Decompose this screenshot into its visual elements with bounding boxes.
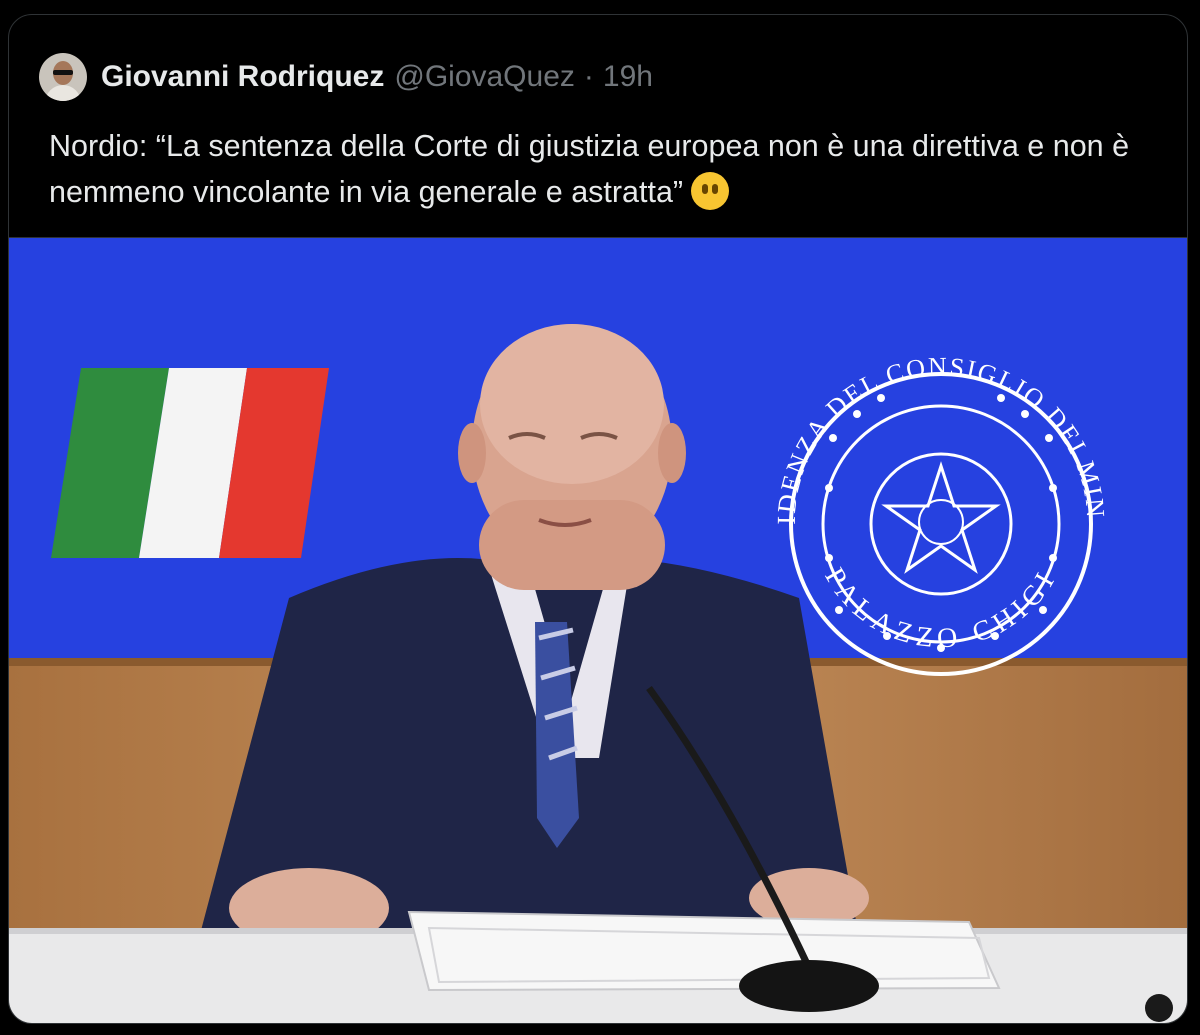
author-handle[interactable]: @GiovaQuez [394,60,575,94]
face-without-mouth-emoji [691,172,730,210]
tweet-header: Giovanni Rodriquez @GiovaQuez · 19h [39,53,653,101]
author-name[interactable]: Giovanni Rodriquez [101,60,384,94]
tweet-timestamp[interactable]: 19h [603,60,653,94]
tweet-text-content: Nordio: “La sentenza della Corte di gius… [49,129,1130,209]
tweet-card[interactable]: Giovanni Rodriquez @GiovaQuez · 19h Nord… [8,14,1188,1024]
press-conference-image: PRESIDENZA DEL CONSIGLIO DEI MINISTRI PA… [9,238,1187,1023]
italian-flag-icon [51,368,329,558]
tweet-media-image[interactable]: PRESIDENZA DEL CONSIGLIO DEI MINISTRI PA… [9,237,1187,1023]
separator-dot: · [583,60,594,93]
tweet-text: Nordio: “La sentenza della Corte di gius… [49,123,1179,215]
avatar[interactable] [39,53,87,101]
